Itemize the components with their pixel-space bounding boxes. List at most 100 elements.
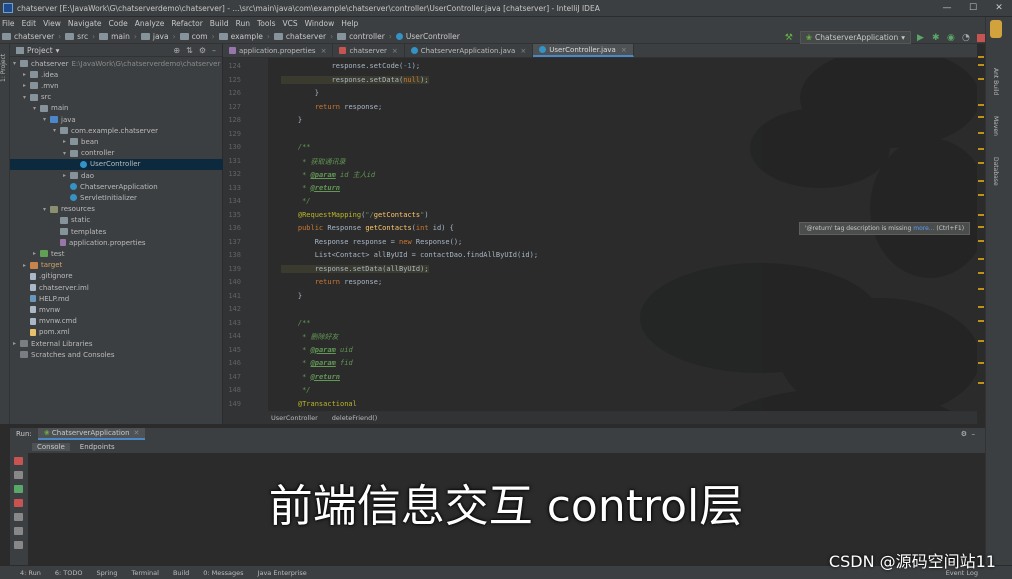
tree-item[interactable]: ServletInitializer (63, 192, 137, 203)
warning-marker[interactable] (978, 258, 984, 260)
warning-marker[interactable] (978, 306, 984, 308)
chevron-icon[interactable]: ▸ (23, 71, 30, 78)
menu-item-edit[interactable]: Edit (22, 19, 37, 28)
menu-item-code[interactable]: Code (109, 19, 128, 28)
coverage-icon[interactable]: ◉ (947, 33, 956, 43)
warning-marker[interactable] (978, 214, 984, 216)
code-line[interactable]: @RequestMapping("/getContacts") (281, 211, 429, 219)
chevron-icon[interactable]: ▸ (23, 262, 30, 269)
tree-item[interactable]: templates (53, 226, 106, 237)
close-icon[interactable]: × (392, 47, 398, 55)
editor-breadcrumb-method[interactable]: deleteFriend() (332, 414, 378, 422)
code-line[interactable]: Response response = new Response(); (281, 238, 463, 246)
chevron-icon[interactable]: ▸ (13, 340, 20, 347)
hammer-icon[interactable]: ⚒ (785, 33, 794, 43)
menu-item-tools[interactable]: Tools (257, 19, 275, 28)
tree-item[interactable]: ▸ test (33, 248, 64, 259)
menu-item-navigate[interactable]: Navigate (68, 19, 102, 28)
tree-item[interactable]: ▾ java (43, 114, 76, 125)
chevron-icon[interactable]: ▾ (13, 60, 20, 67)
code-line[interactable]: * @param uid (281, 346, 353, 354)
warning-marker[interactable] (978, 320, 984, 322)
tree-item[interactable]: ▸ bean (63, 136, 98, 147)
minimize-button[interactable]: — (934, 3, 960, 13)
chevron-icon[interactable]: ▾ (63, 150, 70, 157)
code-line[interactable]: List<Contact> allByUId = contactDao.find… (281, 251, 538, 259)
endpoints-tab[interactable]: Endpoints (80, 443, 115, 451)
breadcrumb-item[interactable]: main › (99, 32, 141, 41)
tool-window-button[interactable]: Spring (96, 569, 117, 577)
chevron-icon[interactable]: ▾ (23, 94, 30, 101)
breadcrumb-item[interactable]: chatserver › (2, 32, 65, 41)
breadcrumb-item[interactable]: example › (218, 32, 274, 41)
hide-icon[interactable]: – (212, 46, 216, 55)
code-line[interactable]: /** (281, 319, 311, 327)
code-line[interactable]: * 获取通讯录 (281, 157, 345, 167)
pin-icon[interactable] (14, 541, 23, 549)
warning-marker[interactable] (978, 104, 984, 106)
tree-item[interactable]: mvnw (23, 304, 60, 315)
chevron-icon[interactable]: ▸ (63, 172, 70, 179)
warning-marker[interactable] (978, 116, 984, 118)
tree-item[interactable]: mvnw.cmd (23, 316, 77, 327)
tree-item[interactable]: ChatserverApplication (63, 181, 158, 192)
editor-tab[interactable]: application.properties × (223, 44, 334, 57)
tool-window-button[interactable]: Build (173, 569, 189, 577)
run-tab[interactable]: ❀ ChatserverApplication ✕ (37, 428, 146, 440)
warning-marker[interactable] (978, 362, 984, 364)
warning-marker[interactable] (978, 64, 984, 66)
tree-item[interactable]: ▾ controller (63, 148, 114, 159)
ant-build-tool-button[interactable]: Ant Build (989, 57, 999, 107)
profile-icon[interactable]: ◔ (962, 33, 971, 43)
tool-window-button[interactable]: 0: Messages (203, 569, 243, 577)
chevron-icon[interactable]: ▾ (33, 105, 40, 112)
tree-item[interactable]: ▾ main (33, 103, 69, 114)
code-line[interactable]: */ (281, 197, 310, 205)
code-line[interactable]: */ (281, 386, 310, 394)
code-line[interactable]: response.setCode(-1); (281, 62, 421, 70)
code-line[interactable]: public Response getContacts(int id) { (281, 224, 454, 232)
maximize-button[interactable]: ☐ (960, 3, 986, 13)
breadcrumb-item[interactable]: chatserver › (273, 32, 337, 41)
warning-marker[interactable] (978, 56, 984, 58)
chevron-icon[interactable]: ▸ (33, 250, 40, 257)
console-tab[interactable]: Console (32, 442, 70, 451)
locate-icon[interactable]: ⊕ (173, 46, 180, 55)
tree-item[interactable]: application.properties (53, 237, 146, 248)
project-tool-button[interactable]: 1: Project (0, 48, 10, 88)
breadcrumb-item[interactable]: UserController (395, 32, 460, 41)
tree-item[interactable]: ▸ target (23, 260, 62, 271)
code-line[interactable]: } (281, 292, 302, 300)
tree-item[interactable]: ▾ src (23, 92, 51, 103)
gear-icon[interactable]: ⚙ – (961, 430, 975, 438)
warning-marker[interactable] (978, 226, 984, 228)
code-line[interactable]: response.setData(null); (281, 75, 429, 84)
debug-icon[interactable]: ✱ (932, 33, 941, 43)
warning-marker[interactable] (978, 194, 984, 196)
stop-icon[interactable] (14, 457, 23, 465)
editor-breadcrumb-class[interactable]: UserController (271, 414, 318, 422)
code-line[interactable]: * @return (281, 184, 340, 192)
tree-item[interactable]: ▸ .mvn (23, 80, 59, 91)
tree-item[interactable]: ▸ .idea (23, 69, 58, 80)
tree-item[interactable]: Scratches and Consoles (13, 349, 115, 360)
tree-item[interactable]: ▾ com.example.chatserver (53, 125, 158, 136)
tool-window-button[interactable]: Terminal (131, 569, 158, 577)
code-line[interactable]: } (281, 89, 319, 97)
breadcrumb-item[interactable]: src › (65, 32, 99, 41)
menu-item-window[interactable]: Window (305, 19, 335, 28)
error-stripe[interactable] (977, 44, 985, 424)
warning-marker[interactable] (978, 132, 984, 134)
editor-tab[interactable]: UserController.java × (533, 44, 634, 57)
run-configuration-select[interactable]: ❀ ChatserverApplication ▾ (799, 31, 911, 44)
chevron-icon[interactable]: ▾ (53, 127, 60, 134)
tree-item[interactable]: UserController (10, 158, 223, 170)
warning-marker[interactable] (978, 288, 984, 290)
tool-window-button[interactable]: 4: Run (20, 569, 41, 577)
chevron-icon[interactable]: ▾ (43, 206, 50, 213)
breadcrumb-item[interactable]: com › (179, 32, 219, 41)
close-icon[interactable]: × (621, 46, 627, 54)
warning-marker[interactable] (978, 382, 984, 384)
code-line[interactable]: * @param fid (281, 359, 353, 367)
collapse-icon[interactable]: ⇅ (186, 46, 193, 55)
